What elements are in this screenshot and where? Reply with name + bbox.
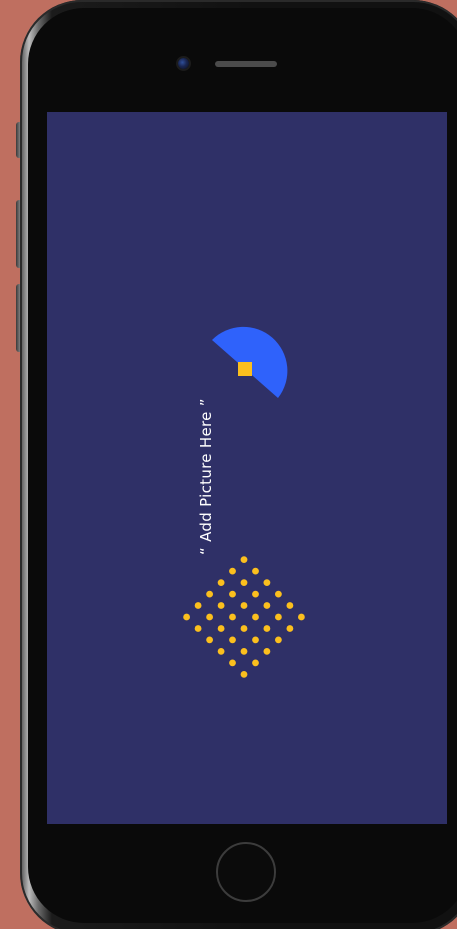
grid-dot bbox=[252, 613, 259, 621]
screen-decoration bbox=[183, 326, 305, 678]
grid-dot bbox=[194, 625, 202, 632]
grid-dot bbox=[286, 625, 294, 632]
grid-dot bbox=[229, 659, 236, 667]
grid-dot bbox=[194, 602, 202, 609]
grid-dot bbox=[252, 590, 259, 598]
grid-dot bbox=[240, 671, 248, 678]
phone-mockup-stage: “ Add Picture Here ” bbox=[0, 0, 457, 929]
grid-dot bbox=[263, 625, 271, 632]
grid-dot bbox=[206, 590, 214, 598]
grid-dot bbox=[275, 636, 282, 644]
grid-dot bbox=[298, 613, 305, 621]
grid-dot bbox=[252, 567, 259, 575]
grid-dot bbox=[183, 613, 191, 621]
grid-dot bbox=[206, 613, 214, 621]
placeholder-label: “ Add Picture Here ” bbox=[197, 398, 215, 555]
grid-dot bbox=[206, 636, 214, 644]
grid-dot bbox=[263, 579, 271, 586]
grid-dot bbox=[286, 602, 294, 609]
grid-dot bbox=[252, 659, 259, 667]
grid-dot bbox=[240, 556, 248, 563]
grid-dot bbox=[252, 636, 259, 644]
grid-dot bbox=[240, 625, 248, 632]
grid-dot bbox=[217, 579, 225, 586]
grid-dot bbox=[240, 602, 248, 609]
grid-dot bbox=[240, 648, 248, 655]
grid-dot bbox=[217, 648, 225, 655]
yellow-dot-grid-shape bbox=[183, 556, 305, 678]
home-button[interactable] bbox=[216, 842, 276, 902]
grid-dot bbox=[275, 590, 282, 598]
grid-dot bbox=[275, 613, 282, 621]
grid-dot bbox=[217, 625, 225, 632]
grid-dot bbox=[229, 590, 236, 598]
yellow-square-shape bbox=[238, 362, 252, 376]
grid-dot bbox=[229, 613, 236, 621]
grid-dot bbox=[229, 636, 236, 644]
grid-dot bbox=[240, 579, 248, 586]
grid-dot bbox=[263, 648, 271, 655]
grid-dot bbox=[263, 602, 271, 609]
grid-dot bbox=[217, 602, 225, 609]
grid-dot bbox=[229, 567, 236, 575]
